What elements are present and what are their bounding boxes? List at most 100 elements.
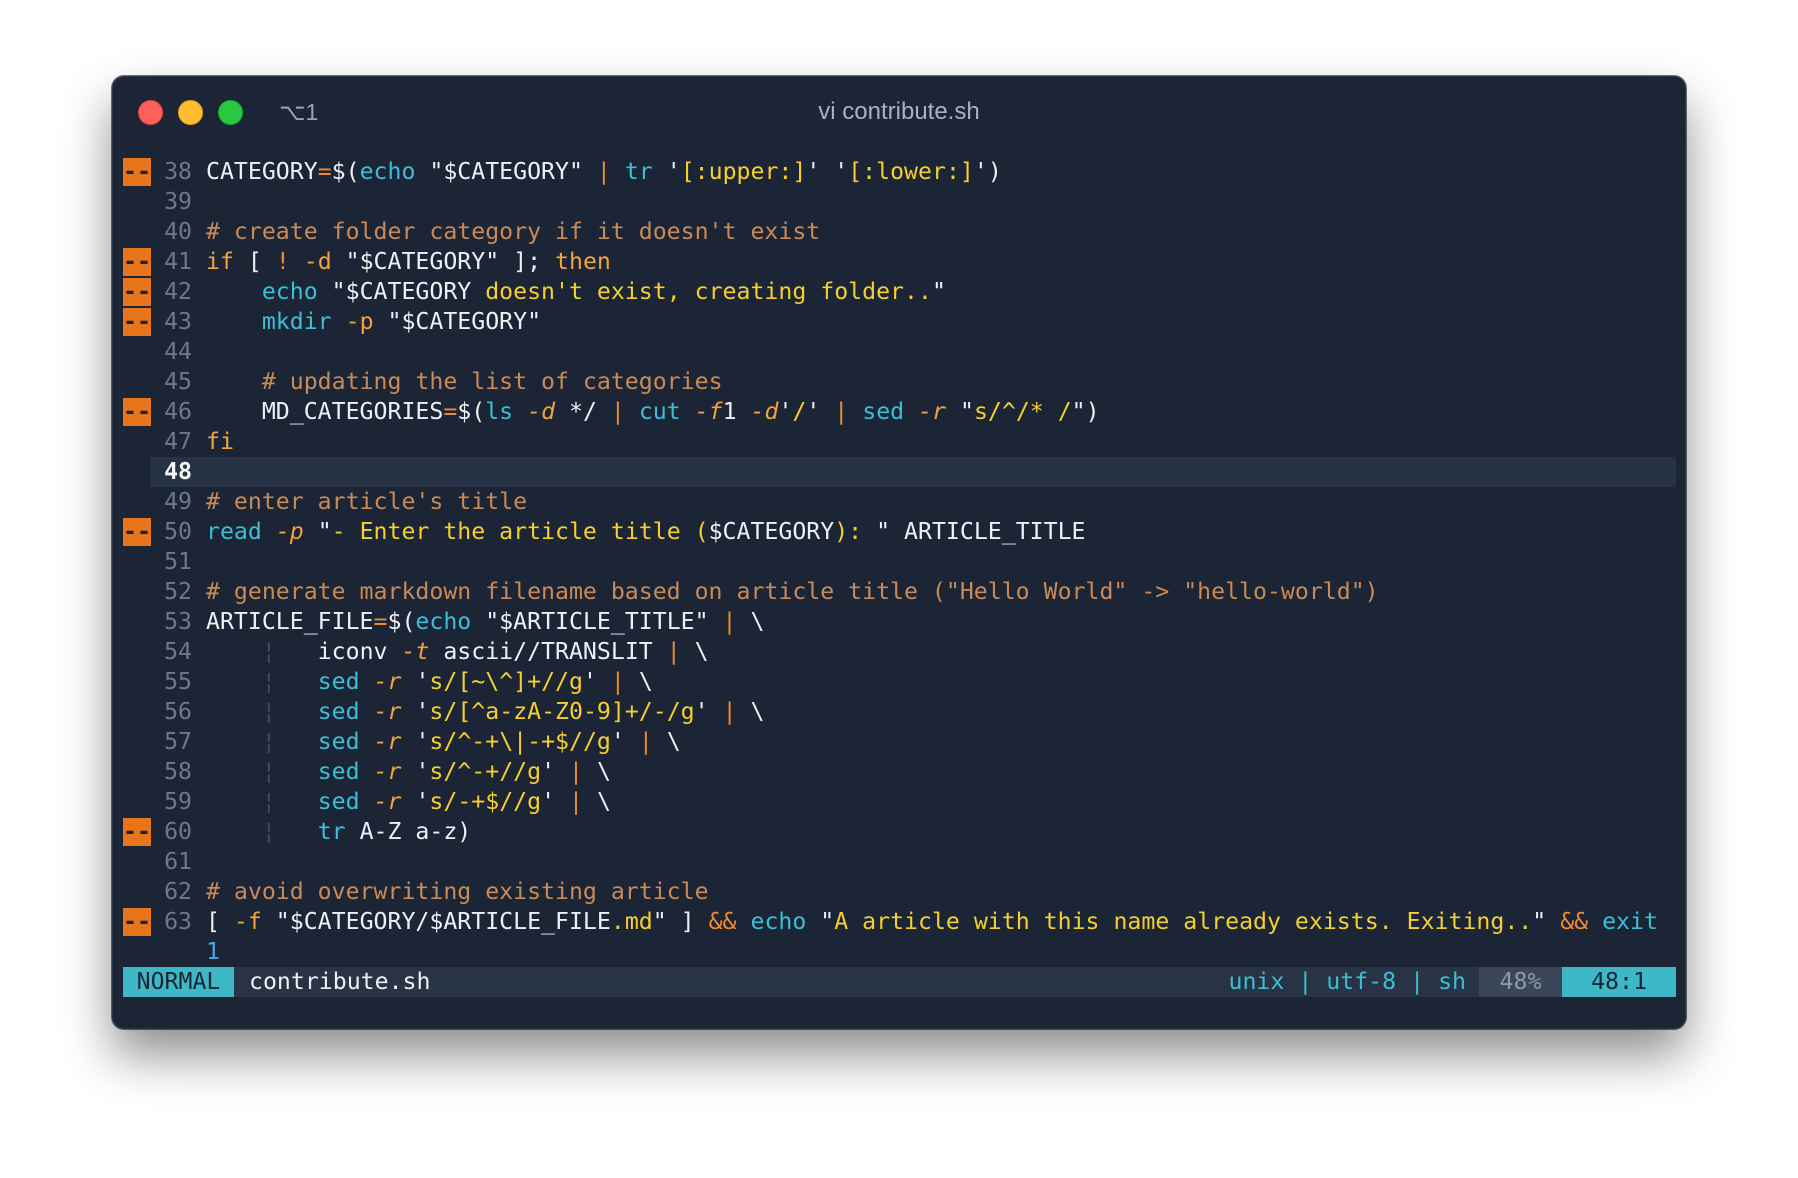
operator-token: =	[317, 158, 332, 185]
title-bar: ⌥1 vi contribute.sh	[112, 76, 1686, 148]
code-line[interactable]: 52 # generate markdown filename based on …	[112, 577, 1686, 607]
line-text: # create folder category if it doesn't e…	[206, 217, 820, 247]
string-token: [:upper:]	[680, 158, 807, 185]
option-token: -r	[373, 668, 402, 695]
status-line: NORMAL contribute.sh unix | utf-8 | sh 48% 4…	[123, 967, 1676, 997]
code-line[interactable]: 1	[112, 937, 1686, 967]
option-token: -d	[750, 398, 779, 425]
text-token: MD_CATEGORIES	[206, 398, 444, 425]
current-code-line[interactable]: 48	[112, 457, 1686, 487]
text-token: $(	[331, 158, 360, 185]
string-token: s/-+$//g	[429, 788, 542, 815]
editor-buffer[interactable]: -- 38 CATEGORY=$(echo "$CATEGORY" | tr '[:…	[112, 157, 1686, 967]
code-line[interactable]: 44	[112, 337, 1686, 367]
code-line[interactable]: -- 41 if [ ! -d "$CATEGORY" ]; then	[112, 247, 1686, 277]
line-text: 1	[206, 937, 220, 967]
text-token: '	[610, 728, 639, 755]
string-token: s/^/* /	[973, 398, 1072, 425]
text-token: \	[680, 638, 709, 665]
code-line[interactable]: 61	[112, 847, 1686, 877]
command-token: mkdir	[261, 308, 332, 335]
comment-token: # enter article's title	[206, 488, 528, 515]
line-number: 60	[164, 818, 192, 845]
code-line[interactable]: -- 43 mkdir -p "$CATEGORY"	[112, 307, 1686, 337]
scroll-percent: 48%	[1479, 967, 1562, 997]
code-line[interactable]: 45 # updating the list of categories	[112, 367, 1686, 397]
comment-token: # avoid overwriting existing article	[206, 878, 709, 905]
operator-token: !	[275, 248, 290, 275]
code-line[interactable]: 49 # enter article's title	[112, 487, 1686, 517]
text-token: '	[541, 758, 570, 785]
command-token: sed	[317, 668, 360, 695]
option-token: -p	[275, 518, 304, 545]
comment-token: # updating the list of categories	[261, 368, 723, 395]
line-number: 56	[164, 698, 192, 725]
line-number: 45	[164, 368, 192, 395]
text-token: [	[233, 248, 276, 275]
line-text: # generate markdown filename based on ar…	[206, 577, 1379, 607]
code-line[interactable]: -- 38 CATEGORY=$(echo "$CATEGORY" | tr '[:…	[112, 157, 1686, 187]
text-token: " ARTICLE_TITLE	[876, 518, 1086, 545]
text-token: */	[555, 398, 611, 425]
text-token: \	[582, 788, 611, 815]
operator-token: |	[638, 728, 653, 755]
change-marker: --	[123, 518, 151, 546]
command-token: sed	[317, 698, 360, 725]
text-token: A-Z a-z)	[345, 818, 472, 845]
code-line[interactable]: -- 42 echo "$CATEGORY doesn't exist, crea…	[112, 277, 1686, 307]
operator-token: |	[666, 638, 681, 665]
line-text: # updating the list of categories	[206, 367, 723, 397]
option-token: -r	[373, 788, 402, 815]
text-token: "$CATEGORY	[317, 278, 472, 305]
line-text: ¦ tr A-Z a-z)	[206, 817, 471, 847]
code-line[interactable]: 54 ¦ iconv -t ascii//TRANSLIT | \	[112, 637, 1686, 667]
indent-guide: ¦	[261, 668, 276, 695]
code-line[interactable]: -- 50 read -p "- Enter the article title (…	[112, 517, 1686, 547]
text-token: "	[1532, 908, 1561, 935]
text-token: $(	[457, 398, 486, 425]
code-line[interactable]: 51	[112, 547, 1686, 577]
option-token: -p	[345, 308, 374, 335]
line-number: 63	[164, 908, 192, 935]
text-token: "	[946, 398, 974, 425]
code-line[interactable]: -- 60 ¦ tr A-Z a-z)	[112, 817, 1686, 847]
code-line[interactable]: -- 46 MD_CATEGORIES=$(ls -d */ | cut -f1 …	[112, 397, 1686, 427]
code-line[interactable]: 56 ¦ sed -r 's/[^a-zA-Z0-9]+/-/g' | \	[112, 697, 1686, 727]
string-token: doesn't exist, creating folder..	[471, 278, 932, 305]
line-number: 43	[164, 308, 192, 335]
file-name: contribute.sh	[249, 968, 431, 995]
text-token: [	[206, 908, 234, 935]
operator-token: |	[610, 398, 625, 425]
string-token: s/^-+\|-+$//g	[429, 728, 611, 755]
line-number: 62	[164, 878, 192, 905]
change-marker: --	[123, 398, 151, 426]
line-number: 42	[164, 278, 192, 305]
code-line[interactable]: 39	[112, 187, 1686, 217]
code-line[interactable]: 53 ARTICLE_FILE=$(echo "$ARTICLE_TITLE" |…	[112, 607, 1686, 637]
code-line[interactable]: 62 # avoid overwriting existing article	[112, 877, 1686, 907]
line-text: if [ ! -d "$CATEGORY" ]; then	[206, 247, 611, 277]
line-number: 44	[164, 338, 192, 365]
indent-guide: ¦	[261, 698, 276, 725]
mode-indicator: NORMAL	[123, 967, 234, 997]
option-token: -r	[373, 758, 402, 785]
text-token: iconv	[275, 638, 402, 665]
option-token: -d	[303, 248, 332, 275]
code-line[interactable]: -- 63 [ -f "$CATEGORY/$ARTICLE_FILE.md" ] …	[112, 907, 1686, 937]
code-line[interactable]: 59 ¦ sed -r 's/-+$//g' | \	[112, 787, 1686, 817]
number-token: 1	[206, 938, 220, 965]
code-line[interactable]: 58 ¦ sed -r 's/^-+//g' | \	[112, 757, 1686, 787]
command-token: read	[206, 518, 262, 545]
code-line[interactable]: 55 ¦ sed -r 's/[~\^]+//g' | \	[112, 667, 1686, 697]
code-line[interactable]: 40 # create folder category if it doesn't…	[112, 217, 1686, 247]
code-line[interactable]: 57 ¦ sed -r 's/^-+\|-+$//g' | \	[112, 727, 1686, 757]
text-token: " ]	[652, 908, 709, 935]
code-line[interactable]: 47 fi	[112, 427, 1686, 457]
